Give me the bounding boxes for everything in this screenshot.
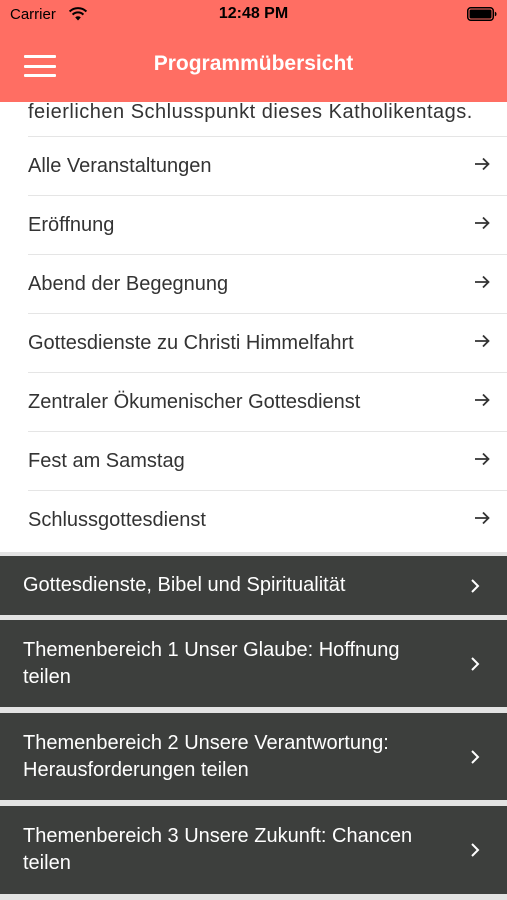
battery-icon — [467, 7, 497, 21]
list-item-oekumenischer-gottesdienst[interactable]: Zentraler Ökumenischer Gottesdienst — [28, 372, 507, 431]
section-themenbereich-1[interactable]: Themenbereich 1 Unser Glaube: Hoffnung t… — [0, 620, 507, 707]
section-themenbereich-2[interactable]: Themenbereich 2 Unsere Verantwortung: He… — [0, 713, 507, 800]
list-item-schlussgottesdienst[interactable]: Schlussgottesdienst — [28, 490, 507, 549]
section-label: Gottesdienste, Bibel und Spiritualität — [23, 574, 346, 596]
chevron-right-icon — [471, 656, 480, 671]
arrow-right-icon — [475, 275, 490, 289]
arrow-right-icon — [475, 511, 490, 525]
list-item-label: Abend der Begegnung — [28, 273, 229, 295]
submenu-panel: feierlichen Schlusspunkt dieses Katholik… — [0, 102, 507, 552]
section-label: Themenbereich 2 Unsere Verantwortung: He… — [23, 731, 389, 781]
list-item-label: Gottesdienste zu Christi Himmelfahrt — [28, 332, 354, 354]
status-time: 12:48 PM — [218, 5, 289, 22]
description-text: feierlichen Schlusspunkt dieses Katholik… — [28, 102, 473, 123]
list-item-label: Fest am Samstag — [28, 450, 185, 472]
section-label: Themenbereich 1 Unser Glaube: Hoffnung t… — [23, 638, 400, 688]
arrow-right-icon — [475, 393, 490, 407]
section-gottesdienste-bibel-spiritualitaet[interactable]: Gottesdienste, Bibel und Spiritualität — [0, 556, 507, 615]
arrow-right-icon — [475, 216, 490, 230]
list-item-eroeffnung[interactable]: Eröffnung — [28, 195, 507, 254]
chevron-right-icon — [471, 578, 480, 593]
page-title: Programmübersicht — [153, 52, 354, 75]
arrow-right-icon — [475, 452, 490, 466]
status-bar: Carrier 12:48 PM — [0, 0, 507, 28]
list-item-alle-veranstaltungen[interactable]: Alle Veranstaltungen — [28, 136, 507, 195]
list-item-label: Alle Veranstaltungen — [28, 155, 212, 177]
list-item-label: Eröffnung — [28, 214, 115, 236]
list-item-abend-der-begegnung[interactable]: Abend der Begegnung — [28, 254, 507, 313]
list-item-gottesdienste-himmelfahrt[interactable]: Gottesdienste zu Christi Himmelfahrt — [28, 313, 507, 372]
section-label: Themenbereich 3 Unsere Zukunft: Chancen … — [23, 825, 413, 874]
arrow-right-icon — [475, 334, 490, 348]
list-item-label: Zentraler Ökumenischer Gottesdienst — [28, 391, 361, 413]
navigation-bar: Programmübersicht — [0, 28, 507, 102]
arrow-right-icon — [475, 157, 490, 171]
list-item-fest-am-samstag[interactable]: Fest am Samstag — [28, 431, 507, 490]
program-list[interactable]: feierlichen Schlusspunkt dieses Katholik… — [0, 102, 507, 900]
chevron-right-icon — [471, 843, 480, 857]
chevron-right-icon — [471, 749, 480, 764]
list-item-label: Schlussgottesdienst — [28, 509, 206, 531]
section-themenbereich-3[interactable]: Themenbereich 3 Unsere Zukunft: Chancen … — [0, 806, 507, 894]
